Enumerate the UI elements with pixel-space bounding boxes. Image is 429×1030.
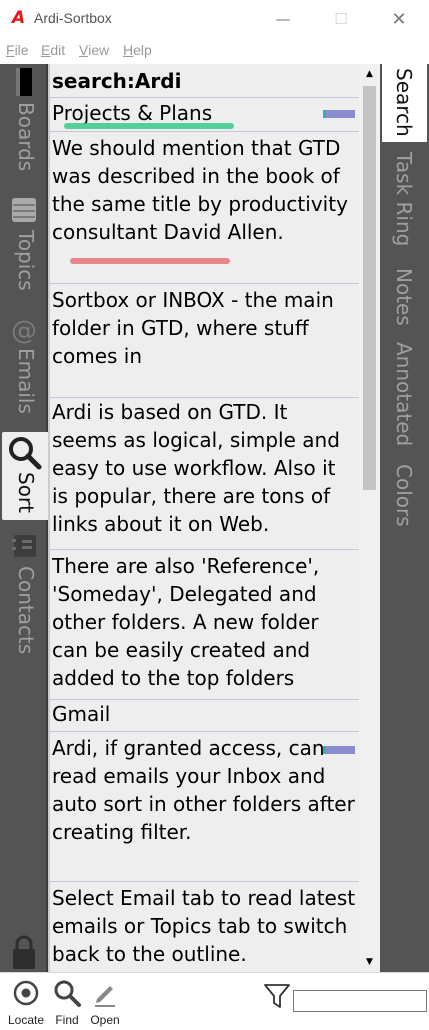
scroll-up-button[interactable]: ▲ [359, 64, 380, 84]
menu-view-label: iew [88, 42, 110, 58]
tab-task-ring[interactable]: Task Ring [380, 148, 429, 258]
close-icon: ✕ [391, 8, 407, 30]
tab-search-label: Search [392, 68, 416, 137]
menu-edit-accel: E [41, 42, 51, 58]
list-item[interactable]: Ardi is based on GTD. It seems as logica… [50, 398, 359, 550]
menu-view-accel: V [79, 42, 89, 58]
tab-notes-label: Notes [392, 268, 416, 326]
tab-annotated-label: Annotated [392, 342, 416, 447]
scroll-thumb[interactable] [363, 86, 376, 490]
maximize-icon: ☐ [334, 10, 348, 28]
menu-file[interactable]: File [6, 42, 29, 58]
color-tag [323, 746, 355, 754]
list-item-text: Select Email tab to read latest emails o… [52, 886, 356, 966]
list-item[interactable]: Sortbox or INBOX - the main folder in GT… [50, 284, 359, 398]
tab-contacts-label: Contacts [14, 566, 38, 655]
app-logo-icon: A [12, 8, 26, 28]
minimize-button[interactable]: — [260, 0, 306, 38]
list-item-text: Sortbox or INBOX - the main folder in GT… [52, 288, 334, 368]
tab-contacts[interactable]: Contacts [0, 530, 48, 660]
list-item-text: We should mention that GTD was described… [52, 136, 348, 244]
maximize-button[interactable]: ☐ [318, 0, 364, 38]
list-item-text: Ardi is based on GTD. It seems as logica… [52, 400, 340, 536]
filter-input[interactable] [293, 990, 427, 1012]
tab-sort-label: Sort [14, 472, 38, 513]
window-title: Ardi-Sortbox [34, 10, 112, 26]
tab-emails-label: Emails [14, 348, 38, 414]
magnifier-icon [9, 437, 42, 470]
menu-edit-label: dit [50, 42, 66, 58]
topics-icon [12, 198, 36, 222]
tab-boards[interactable]: Boards [0, 64, 48, 182]
list-item[interactable]: There are also 'Reference', 'Someday', D… [50, 550, 359, 700]
list-item-text: There are also 'Reference', 'Someday', D… [52, 554, 320, 690]
bottom-toolbar: Locate Find Open [0, 972, 429, 1030]
tab-boards-label: Boards [14, 102, 38, 172]
list-item[interactable]: Projects & Plans [50, 98, 359, 132]
menu-help[interactable]: Help [123, 42, 152, 58]
search-query-header: search:Ardi [50, 64, 359, 98]
arrow-down-icon: ▼ [366, 957, 373, 967]
locate-button[interactable]: Locate [6, 975, 46, 1029]
tab-task-ring-label: Task Ring [392, 152, 416, 247]
tab-colors-label: Colors [392, 464, 416, 527]
tab-sort[interactable]: Sort [2, 432, 48, 520]
menu-help-accel: H [123, 42, 134, 58]
menu-file-accel: F [6, 42, 15, 58]
tab-search[interactable]: Search [382, 64, 427, 142]
arrow-up-icon: ▲ [366, 69, 373, 79]
at-sign-icon: @ [11, 316, 37, 344]
vertical-scrollbar[interactable]: ▲ ▼ [359, 64, 380, 972]
locate-label: Locate [7, 1013, 45, 1027]
menu-file-label: ile [14, 42, 29, 58]
svg-text:@: @ [11, 316, 37, 344]
pencil-icon [95, 986, 115, 1007]
find-label: Find [55, 1013, 79, 1027]
filter-icon[interactable] [262, 981, 292, 1011]
menu-bar: File Edit View Help [0, 38, 429, 64]
lock-icon[interactable] [10, 934, 38, 970]
minimize-icon: — [275, 10, 291, 28]
tab-notes[interactable]: Notes [380, 264, 429, 334]
list-item[interactable]: Ardi, if granted access, can read emails… [50, 732, 359, 882]
title-bar: A Ardi-Sortbox — ☐ ✕ [0, 0, 429, 38]
color-tag [323, 110, 355, 118]
find-button[interactable]: Find [47, 975, 87, 1029]
list-item[interactable]: Gmail [50, 700, 359, 732]
locate-icon [13, 980, 39, 1006]
list-item-text: Gmail [52, 702, 111, 726]
close-button[interactable]: ✕ [376, 0, 422, 38]
result-list: search:Ardi Projects & Plans We should m… [48, 64, 359, 972]
tab-emails[interactable]: @ Emails [0, 314, 48, 432]
list-item[interactable]: We should mention that GTD was described… [50, 132, 359, 284]
search-icon [54, 980, 81, 1007]
list-item-text: Ardi, if granted access, can read emails… [52, 736, 355, 844]
open-button[interactable]: Open [85, 975, 125, 1029]
menu-help-label: elp [133, 42, 152, 58]
tab-colors[interactable]: Colors [380, 460, 429, 530]
contacts-icon [12, 535, 36, 557]
right-sidebar: Search Task Ring Notes Annotated Colors [380, 64, 429, 972]
list-item[interactable]: Select Email tab to read latest emails o… [50, 882, 359, 972]
scroll-down-button[interactable]: ▼ [359, 952, 380, 972]
open-label: Open [90, 1013, 120, 1027]
green-highlight [64, 123, 234, 129]
menu-edit[interactable]: Edit [41, 42, 65, 58]
tab-annotated[interactable]: Annotated [380, 338, 429, 454]
left-sidebar: Boards Topics @ Emails Sort Contacts [0, 64, 48, 972]
tab-topics-label: Topics [14, 230, 38, 291]
tab-topics[interactable]: Topics [0, 192, 48, 312]
red-highlight [70, 258, 230, 264]
boards-icon [16, 68, 32, 96]
menu-view[interactable]: View [79, 42, 109, 58]
